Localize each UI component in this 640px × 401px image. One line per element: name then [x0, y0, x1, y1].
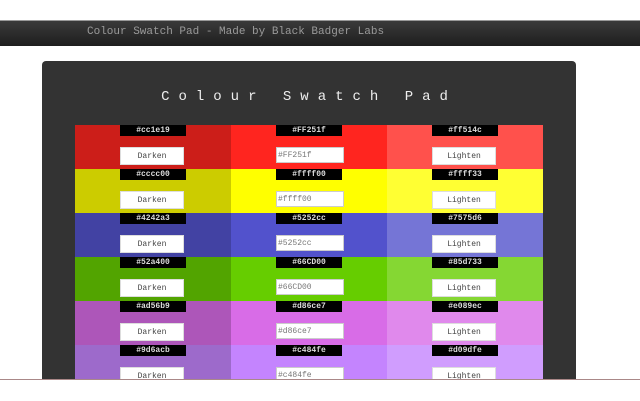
lighten-button[interactable]: Lighten — [432, 323, 496, 341]
hex-label: #ffff00 — [276, 169, 342, 180]
colour-input[interactable] — [276, 147, 344, 163]
swatch-dark: #ad56b9 Darken — [75, 301, 231, 345]
swatch-dark: #4242a3 Darken — [75, 213, 231, 257]
colour-input[interactable] — [276, 235, 344, 251]
lighten-button[interactable]: Lighten — [432, 191, 496, 209]
hex-label: #e089ec — [432, 301, 498, 312]
bottom-strip — [0, 379, 640, 401]
hex-label: #9d6acb — [120, 345, 186, 356]
swatch-base: #ffff00 — [231, 169, 387, 213]
colour-input[interactable] — [276, 323, 344, 339]
hex-label: #5252cc — [276, 213, 342, 224]
swatch-dark: #cccc00 Darken — [75, 169, 231, 213]
swatch-light: #e089ec Lighten — [387, 301, 543, 345]
hex-label: #FF251f — [276, 125, 342, 136]
swatch-row: #4242a3 Darken #5252cc #7575d6 Lighten — [75, 213, 543, 257]
hex-label: #d09dfe — [432, 345, 498, 356]
hex-label: #85d733 — [432, 257, 498, 268]
swatch-row: #ad56b9 Darken #d86ce7 #e089ec Lighten — [75, 301, 543, 345]
hex-label: #4242a3 — [120, 213, 186, 224]
swatch-base: #FF251f — [231, 125, 387, 169]
lighten-button[interactable]: Lighten — [432, 147, 496, 165]
swatch-base: #d86ce7 — [231, 301, 387, 345]
hex-label: #d86ce7 — [276, 301, 342, 312]
darken-button[interactable]: Darken — [120, 147, 184, 165]
darken-button[interactable]: Darken — [120, 279, 184, 297]
darken-button[interactable]: Darken — [120, 323, 184, 341]
hex-label: #52a400 — [120, 257, 186, 268]
hex-label: #ffff33 — [432, 169, 498, 180]
hex-label: #7575d6 — [432, 213, 498, 224]
hex-label: #cccc00 — [120, 169, 186, 180]
swatch-light: #7575d6 Lighten — [387, 213, 543, 257]
swatch-light: #ff514c Lighten — [387, 125, 543, 169]
swatch-base: #5252cc — [231, 213, 387, 257]
swatch-row: #cc1e19 Darken #FF251f #ff514c Lighten — [75, 125, 543, 169]
swatch-grid: #cc1e19Darken#FF251f#ff514cLighten#cccc0… — [75, 125, 543, 389]
swatch-light: #ffff33 Lighten — [387, 169, 543, 213]
top-bar: Colour Swatch Pad - Made by Black Badger… — [0, 20, 640, 46]
hex-label: #c484fe — [276, 345, 342, 356]
darken-button[interactable]: Darken — [120, 191, 184, 209]
swatch-dark: #52a400 Darken — [75, 257, 231, 301]
hex-label: #ad56b9 — [120, 301, 186, 312]
colour-input[interactable] — [276, 191, 344, 207]
hex-label: #ff514c — [432, 125, 498, 136]
swatch-row: #cccc00 Darken #ffff00 #ffff33 Lighten — [75, 169, 543, 213]
swatch-base: #66CD00 — [231, 257, 387, 301]
lighten-button[interactable]: Lighten — [432, 279, 496, 297]
darken-button[interactable]: Darken — [120, 235, 184, 253]
swatch-dark: #cc1e19 Darken — [75, 125, 231, 169]
panel-title: Colour Swatch Pad — [161, 89, 457, 105]
hex-label: #cc1e19 — [120, 125, 186, 136]
colour-input[interactable] — [276, 279, 344, 295]
swatch-row: #52a400 Darken #66CD00 #85d733 Lighten — [75, 257, 543, 301]
swatch-light: #85d733 Lighten — [387, 257, 543, 301]
lighten-button[interactable]: Lighten — [432, 235, 496, 253]
hex-label: #66CD00 — [276, 257, 342, 268]
app-title: Colour Swatch Pad - Made by Black Badger… — [87, 26, 385, 38]
